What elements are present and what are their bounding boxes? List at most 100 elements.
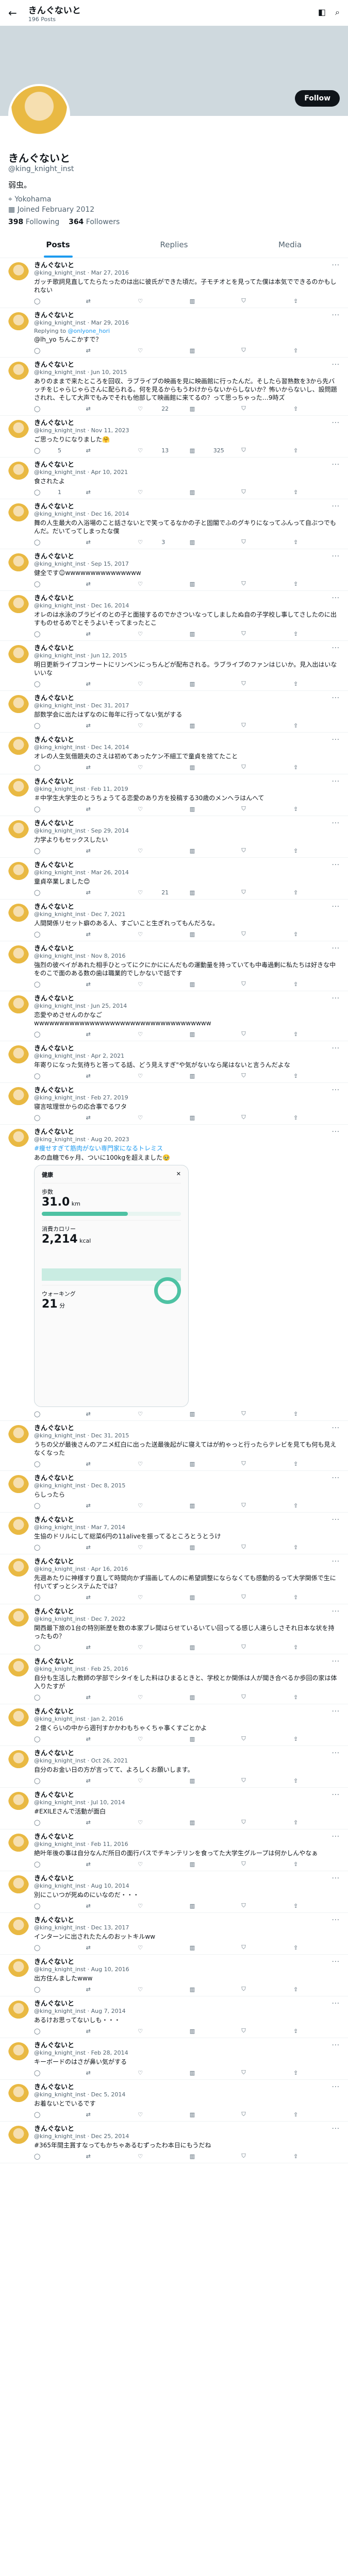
like-button[interactable]: ♡ (138, 1944, 182, 1951)
tweet-author[interactable]: きんぐないと (34, 553, 332, 561)
tweet-author[interactable]: きんぐないと (34, 1087, 332, 1094)
repost-button[interactable]: ⇄ (86, 980, 130, 988)
share-button[interactable]: ⇪ (293, 580, 338, 587)
tweet-author[interactable]: きんぐないと (34, 995, 332, 1003)
views-button[interactable]: ▥ (190, 930, 234, 938)
like-button[interactable]: ♡ (138, 764, 182, 771)
views-button[interactable]: ▥ (190, 1502, 234, 1509)
reply-button[interactable]: ◯ (34, 805, 78, 812)
share-button[interactable]: ⇪ (293, 630, 338, 637)
tweet-author[interactable]: きんぐないと (34, 1917, 332, 1924)
repost-button[interactable]: ⇄ (86, 630, 130, 637)
like-button[interactable]: ♡ (138, 1860, 182, 1868)
share-button[interactable]: ⇪ (293, 1502, 338, 1509)
reply-button[interactable]: ◯ 5 (34, 447, 78, 454)
tweet-avatar[interactable] (8, 312, 29, 333)
tweet-avatar[interactable] (8, 1875, 29, 1896)
bookmark-button[interactable]: ⛉ (241, 1860, 286, 1868)
tweet-avatar[interactable] (8, 1834, 29, 1854)
like-button[interactable]: ♡ (138, 297, 182, 304)
tweet-avatar[interactable] (8, 904, 29, 924)
repost-button[interactable]: ⇄ (86, 297, 130, 304)
tweet[interactable]: きんぐないと @king_knight_inst · Apr 10, 2021 ··… (0, 457, 348, 499)
reply-button[interactable]: ◯ (34, 1643, 78, 1651)
like-button[interactable]: ♡ (138, 1777, 182, 1784)
bookmark-button[interactable]: ⛉ (241, 980, 286, 988)
reply-button[interactable]: ◯ (34, 2153, 78, 2160)
share-button[interactable]: ⇪ (293, 680, 338, 687)
tweet-avatar[interactable] (8, 1558, 29, 1579)
views-button[interactable]: ▥ (190, 847, 234, 854)
bookmark-button[interactable]: ⛉ (241, 538, 286, 546)
bookmark-button[interactable]: ⛉ (241, 1030, 286, 1038)
repost-button[interactable]: ⇄ (86, 722, 130, 729)
views-button[interactable]: ▥ (190, 2027, 234, 2035)
bookmark-button[interactable]: ⛉ (241, 1460, 286, 1467)
bookmark-button[interactable]: ⛉ (241, 889, 286, 896)
bookmark-button[interactable]: ⛉ (241, 2027, 286, 2035)
repost-button[interactable]: ⇄ (86, 488, 130, 496)
tweet[interactable]: きんぐないと @king_knight_inst · Dec 31, 2015 ··… (0, 1421, 348, 1471)
more-icon[interactable]: ··· (332, 503, 340, 511)
tweet-author[interactable]: きんぐないと (34, 1959, 332, 1966)
views-button[interactable]: ▥ (190, 297, 234, 304)
share-button[interactable]: ⇪ (293, 805, 338, 812)
tweet-author[interactable]: きんぐないと (34, 595, 332, 602)
repost-button[interactable]: ⇄ (86, 1643, 130, 1651)
like-button[interactable]: ♡ (138, 2153, 182, 2160)
tweet-avatar[interactable] (8, 1087, 29, 1108)
share-button[interactable]: ⇪ (293, 980, 338, 988)
like-button[interactable]: ♡ (138, 2111, 182, 2118)
like-button[interactable]: ♡ (138, 980, 182, 988)
like-button[interactable]: ♡ (138, 2027, 182, 2035)
views-button[interactable]: ▥ (190, 538, 234, 546)
tweet-author[interactable]: きんぐないと (34, 1750, 332, 1757)
bookmark-button[interactable]: ⛉ (241, 1902, 286, 1909)
repost-button[interactable]: ⇄ (86, 1460, 130, 1467)
tweet-author[interactable]: きんぐないと (34, 1517, 332, 1524)
more-icon[interactable]: ··· (332, 262, 340, 269)
more-icon[interactable]: ··· (332, 553, 340, 561)
repost-button[interactable]: ⇄ (86, 1114, 130, 1121)
reply-button[interactable]: ◯ (34, 1944, 78, 1951)
share-button[interactable]: ⇪ (293, 1114, 338, 1121)
share-button[interactable]: ⇪ (293, 447, 338, 454)
repost-button[interactable]: ⇄ (86, 1944, 130, 1951)
like-button[interactable]: ♡ (138, 1460, 182, 1467)
reply-button[interactable]: ◯ (34, 847, 78, 854)
views-button[interactable]: ▥ (190, 980, 234, 988)
share-button[interactable]: ⇪ (293, 1735, 338, 1742)
tweet[interactable]: きんぐないと @king_knight_inst · Dec 31, 2017 ··… (0, 691, 348, 733)
views-button[interactable]: ▥ (190, 805, 234, 812)
views-button[interactable]: ▥ (190, 405, 234, 412)
share-button[interactable]: ⇪ (293, 889, 338, 896)
tweet-author[interactable]: きんぐないと (34, 862, 332, 869)
reply-button[interactable]: ◯ (34, 1986, 78, 1993)
tweet-avatar[interactable] (8, 420, 29, 440)
more-icon[interactable]: ··· (332, 778, 340, 786)
views-button[interactable]: ▥ (190, 722, 234, 729)
reply-button[interactable]: ◯ (34, 630, 78, 637)
tweet[interactable]: きんぐないと @king_knight_inst · Dec 7, 2022 ···… (0, 1604, 348, 1654)
repost-button[interactable]: ⇄ (86, 1594, 130, 1601)
repost-button[interactable]: ⇄ (86, 2111, 130, 2118)
share-button[interactable]: ⇪ (293, 405, 338, 412)
bookmark-button[interactable]: ⛉ (241, 2069, 286, 2076)
tweet-avatar[interactable] (8, 553, 29, 574)
repost-button[interactable]: ⇄ (86, 1860, 130, 1868)
views-button[interactable]: ▥ (190, 2069, 234, 2076)
views-button[interactable]: ▥ (190, 1544, 234, 1551)
tweet[interactable]: きんぐないと @king_knight_inst · Sep 15, 2017 ··… (0, 549, 348, 591)
tweet-author[interactable]: きんぐないと (34, 1045, 332, 1053)
tweet[interactable]: きんぐないと @king_knight_inst · Jun 10, 2015 ··… (0, 358, 348, 416)
tweet-avatar[interactable] (8, 820, 29, 841)
repost-button[interactable]: ⇄ (86, 1735, 130, 1742)
tweet[interactable]: きんぐないと @king_knight_inst · Jan 2, 2016 ···… (0, 1704, 348, 1746)
tweet-avatar[interactable] (8, 1425, 29, 1446)
tweet[interactable]: きんぐないと @king_knight_inst · Feb 25, 2016 ··… (0, 1654, 348, 1704)
bookmark-button[interactable]: ⛉ (241, 297, 286, 304)
more-icon[interactable]: ··· (332, 362, 340, 369)
tweet-author[interactable]: きんぐないと (34, 1658, 332, 1666)
tweet-author[interactable]: きんぐないと (34, 1608, 332, 1616)
more-icon[interactable]: ··· (332, 462, 340, 469)
